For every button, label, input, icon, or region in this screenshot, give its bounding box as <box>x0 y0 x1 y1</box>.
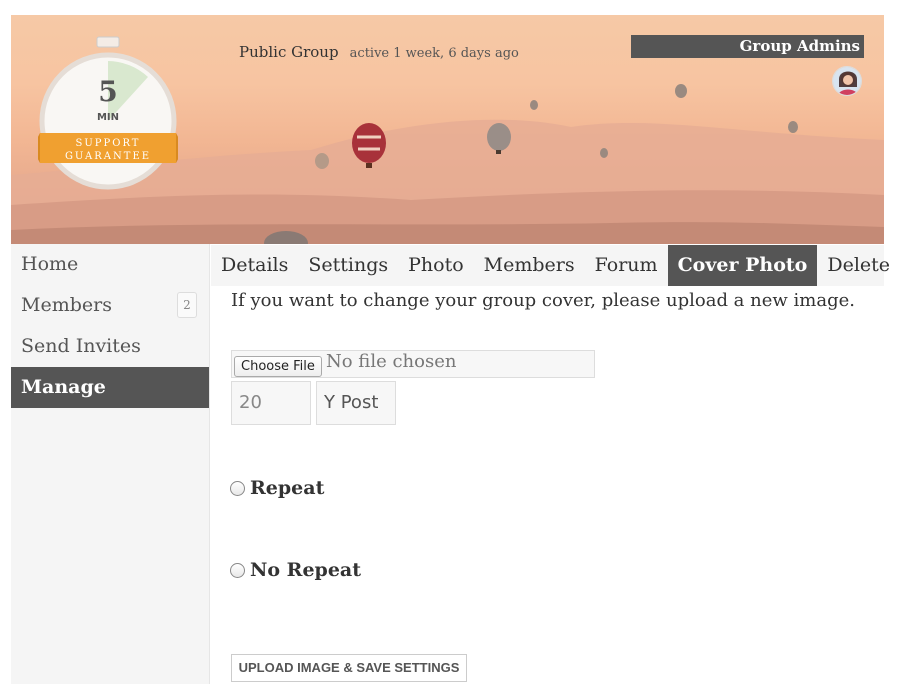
group-admins-title: Group Admins <box>631 35 864 58</box>
choose-file-button[interactable]: Choose File <box>234 356 322 377</box>
repeat-radio[interactable] <box>230 480 245 496</box>
no-repeat-label: No Repeat <box>250 559 361 581</box>
admin-avatar[interactable] <box>832 66 862 96</box>
manage-subnav: Details Settings Photo Members Forum Cov… <box>211 245 890 286</box>
tab-delete[interactable]: Delete <box>817 245 900 286</box>
no-repeat-option[interactable]: No Repeat <box>230 559 361 581</box>
group-cover: 5 MIN SUPPORT GUARANTEE Public Group act… <box>11 15 884 244</box>
badge-number: 5 <box>98 75 117 108</box>
tab-cover-photo[interactable]: Cover Photo <box>667 245 818 286</box>
group-meta: Public Group active 1 week, 6 days ago <box>239 42 519 61</box>
tab-members[interactable]: Members <box>474 245 585 286</box>
badge-ribbon-line1: SUPPORT <box>76 138 141 149</box>
tab-settings[interactable]: Settings <box>298 245 398 286</box>
group-activity: active 1 week, 6 days ago <box>349 46 519 61</box>
no-repeat-radio[interactable] <box>230 562 245 578</box>
position-value-field[interactable]: 20 <box>231 381 311 425</box>
tab-forum[interactable]: Forum <box>585 245 668 286</box>
tab-photo[interactable]: Photo <box>398 245 474 286</box>
support-guarantee-badge: 5 MIN SUPPORT GUARANTEE <box>32 35 184 190</box>
upload-save-button[interactable]: UPLOAD IMAGE & SAVE SETTINGS <box>231 654 467 682</box>
cover-file-input[interactable]: Choose File No file chosen <box>231 350 595 378</box>
sidebar-item-label: Members <box>21 294 112 316</box>
file-status: No file chosen <box>326 351 457 372</box>
sidebar-item-label: Send Invites <box>21 335 141 357</box>
group-type: Public Group <box>239 43 339 61</box>
sidebar-item-label: Home <box>21 253 79 275</box>
members-count-badge: 2 <box>177 292 197 318</box>
sidebar-item-members[interactable]: Members 2 <box>11 285 209 326</box>
repeat-option[interactable]: Repeat <box>230 477 324 499</box>
sidebar-item-manage[interactable]: Manage <box>11 367 209 408</box>
sidebar-item-send-invites[interactable]: Send Invites <box>11 326 209 367</box>
sidebar-item-home[interactable]: Home <box>11 244 209 285</box>
badge-unit: MIN <box>97 112 119 123</box>
group-sidebar: Home Members 2 Send Invites Manage <box>11 244 210 684</box>
position-axis-select[interactable]: Y Post <box>316 381 396 425</box>
sidebar-item-label: Manage <box>21 376 106 398</box>
repeat-label: Repeat <box>250 477 325 499</box>
cover-instructions: If you want to change your group cover, … <box>231 290 855 311</box>
badge-ribbon-line2: GUARANTEE <box>65 151 151 162</box>
tab-details[interactable]: Details <box>211 245 298 286</box>
